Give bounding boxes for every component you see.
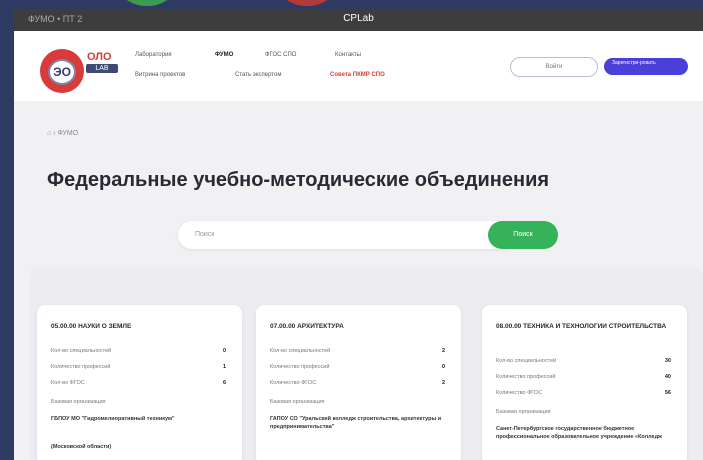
window-title: CPLab xyxy=(343,13,374,24)
site-header: ЭО ОЛО LAB Лаборатория ФУМО ФГОС СПО Кон… xyxy=(14,31,703,101)
search-bar: Поиск Поиск xyxy=(178,221,558,249)
nav-contacts[interactable]: Контакты xyxy=(335,52,361,58)
breadcrumb: ⌂ › ФУМО xyxy=(47,130,78,137)
card-org-name: ГБПОУ МО "Гидромелиоративный техникум" xyxy=(51,416,175,422)
logo-text: ОЛО xyxy=(87,51,112,63)
home-icon[interactable]: ⌂ xyxy=(47,130,51,137)
card-org-label: Базовая организация xyxy=(496,409,551,415)
nav-become-expert[interactable]: Стать экспертом xyxy=(235,72,281,78)
browser-titlebar: ФУМО • ПТ 2 CPLab xyxy=(14,9,703,31)
decorative-blob-red xyxy=(272,0,342,6)
search-button[interactable]: Поиск xyxy=(488,221,558,249)
logo[interactable]: ЭО xyxy=(40,49,84,93)
card-row-specialties: Кол-во специальностей 30 xyxy=(496,358,671,364)
nav-projects-showcase[interactable]: Витрина проектов xyxy=(135,72,185,78)
page-title: Федеральные учебно-методические объедине… xyxy=(47,169,550,191)
card-org-name: ГАПОУ СО "Уральский колледж строительств… xyxy=(270,416,442,430)
nav-laboratory[interactable]: Лаборатория xyxy=(135,52,172,58)
breadcrumb-current: ФУМО xyxy=(57,130,79,137)
card-title: 07.00.00 АРХИТЕКТУРА xyxy=(270,323,344,330)
logo-mark: ЭО xyxy=(48,59,76,85)
search-input[interactable]: Поиск xyxy=(178,221,508,249)
nav-fumo[interactable]: ФУМО xyxy=(215,52,233,58)
decorative-blob-green xyxy=(112,0,182,6)
register-button[interactable]: Зарегистри-ровать xyxy=(604,58,688,75)
card-title: 05.00.00 НАУКИ О ЗЕМЛЕ xyxy=(51,323,132,330)
search-placeholder: Поиск xyxy=(195,231,215,238)
card-row-professions: Количество профессий 1 xyxy=(51,364,226,370)
login-button[interactable]: Войти xyxy=(510,57,598,77)
page: ЭО ОЛО LAB Лаборатория ФУМО ФГОС СПО Кон… xyxy=(14,31,703,460)
card-title: 08.00.00 ТЕХНИКА И ТЕХНОЛОГИИ СТРОИТЕЛЬС… xyxy=(496,323,667,330)
fumo-card[interactable]: 07.00.00 АРХИТЕКТУРА Кол-во специальност… xyxy=(256,305,461,460)
card-row-fgos: Количество ФГОС 2 xyxy=(270,380,445,386)
nav-council[interactable]: Совета ПКМР СПО xyxy=(330,72,385,78)
card-row-fgos: Количество ФГОС 56 xyxy=(496,390,671,396)
fumo-card[interactable]: 05.00.00 НАУКИ О ЗЕМЛЕ Кол-во специально… xyxy=(37,305,242,460)
nav-fgos-spo[interactable]: ФГОС СПО xyxy=(265,52,296,58)
card-row-specialties: Кол-во специальностей 2 xyxy=(270,348,445,354)
card-org-extra: (Московской области) xyxy=(51,444,112,450)
card-row-professions: Количество профессий 0 xyxy=(270,364,445,370)
card-org-name: Санкт-Петербургское государственное бюдж… xyxy=(496,426,662,440)
card-org-label: Базовая организация xyxy=(270,399,325,405)
card-row-specialties: Кол-во специальностей 0 xyxy=(51,348,226,354)
fumo-card[interactable]: 08.00.00 ТЕХНИКА И ТЕХНОЛОГИИ СТРОИТЕЛЬС… xyxy=(482,305,687,460)
card-row-professions: Количество профессий 40 xyxy=(496,374,671,380)
card-org-label: Базовая организация xyxy=(51,399,106,405)
logo-badge: LAB xyxy=(86,64,118,73)
card-row-fgos: Кол-во ФГОС 6 xyxy=(51,380,226,386)
